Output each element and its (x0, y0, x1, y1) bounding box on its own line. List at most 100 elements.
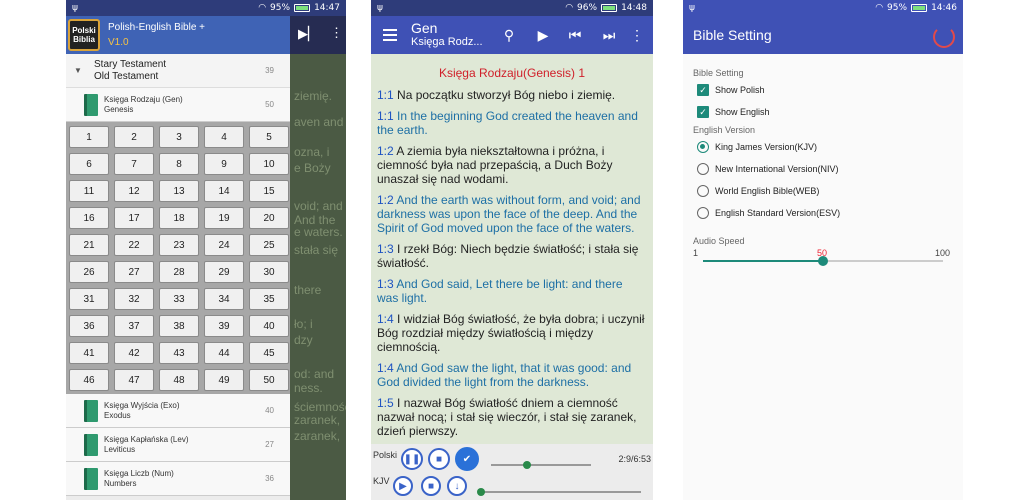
verse-text: In the beginning God created the heaven … (377, 109, 638, 137)
show-polish-checkbox[interactable]: ✓ Show Polish (697, 84, 765, 96)
book-item-exodus[interactable]: Księga Wyjścia (Exo) Exodus 40 (66, 394, 290, 428)
polski-progress-track[interactable] (491, 464, 591, 466)
book-item-leviticus[interactable]: Księga Kapłańska (Lev) Leviticus 27 (66, 428, 290, 462)
chapter-button[interactable]: 5 (249, 126, 289, 148)
check-icon[interactable]: ✔ (455, 447, 479, 471)
dimmed-text-fragment: ło; i (294, 317, 313, 331)
chapter-button[interactable]: 18 (159, 207, 199, 229)
chapter-button[interactable]: 36 (69, 315, 109, 337)
version-radio-niv[interactable]: New International Version(NIV) (697, 163, 839, 175)
chapter-button[interactable]: 14 (204, 180, 244, 202)
chapter-button[interactable]: 2 (114, 126, 154, 148)
chapter-button[interactable]: 29 (204, 261, 244, 283)
testament-group-old[interactable]: ▼ Stary Testament Old Testament 39 (66, 54, 290, 88)
chapter-button[interactable]: 12 (114, 180, 154, 202)
pause-icon[interactable]: ❚❚ (401, 448, 423, 470)
download-icon[interactable]: ↓ (447, 476, 467, 496)
stop-icon[interactable]: ■ (428, 448, 450, 470)
chapter-button[interactable]: 39 (204, 315, 244, 337)
chapter-button[interactable]: 50 (249, 369, 289, 391)
chapter-button[interactable]: 40 (249, 315, 289, 337)
verse-number: 1:1 (377, 109, 394, 123)
chapter-button[interactable]: 3 (159, 126, 199, 148)
chapter-button[interactable]: 13 (159, 180, 199, 202)
book-item-numbers[interactable]: Księga Liczb (Num) Numbers 36 (66, 462, 290, 496)
chapter-button[interactable]: 8 (159, 153, 199, 175)
verse-en: 1:2 And the earth was without form, and … (377, 193, 647, 235)
chapter-button[interactable]: 19 (204, 207, 244, 229)
more-icon[interactable]: ⋮ (627, 16, 647, 54)
chapter-button[interactable]: 6 (69, 153, 109, 175)
book-subtitle: Księga Rodz... (411, 36, 483, 48)
radio-label: King James Version(KJV) (715, 142, 818, 152)
battery-percent: 96% (577, 3, 598, 13)
chapter-button[interactable]: 45 (249, 342, 289, 364)
chapter-button[interactable]: 28 (159, 261, 199, 283)
verse-text: And God saw the light, that it was good:… (377, 361, 632, 389)
chapter-button[interactable]: 15 (249, 180, 289, 202)
speed-slider-track[interactable] (823, 260, 943, 262)
chapter-button[interactable]: 37 (114, 315, 154, 337)
chapter-button[interactable]: 31 (69, 288, 109, 310)
bible-settings-screen: ψ ◠ 95% 14:46 Bible Setting Bible Setting … (683, 0, 963, 500)
verse-pl: 1:4 I widział Bóg światłość, że była dob… (377, 312, 647, 354)
chapter-button[interactable]: 11 (69, 180, 109, 202)
book-name-en: Numbers (104, 478, 137, 488)
chapter-content: Księga Rodzaju(Genesis) 1 1:1 Na początk… (371, 60, 653, 445)
verse-pl: 1:1 Na początku stworzył Bóg niebo i zie… (377, 88, 647, 102)
search-icon[interactable]: ⚲ (499, 16, 519, 54)
play-icon[interactable]: ▶ (533, 16, 553, 54)
chapter-button[interactable]: 38 (159, 315, 199, 337)
chapter-button[interactable]: 44 (204, 342, 244, 364)
chapter-button[interactable]: 34 (204, 288, 244, 310)
chapter-button[interactable]: 35 (249, 288, 289, 310)
version-radio-kjv[interactable]: King James Version(KJV) (697, 141, 817, 153)
chapter-button[interactable]: 16 (69, 207, 109, 229)
dimmed-text-fragment: ozna, i (294, 145, 330, 159)
chapter-button[interactable]: 32 (114, 288, 154, 310)
menu-icon[interactable] (383, 26, 397, 44)
chapter-button[interactable]: 30 (249, 261, 289, 283)
chapter-button[interactable]: 49 (204, 369, 244, 391)
chapter-button[interactable]: 27 (114, 261, 154, 283)
version-radio-web[interactable]: World English Bible(WEB) (697, 185, 819, 197)
chapter-button[interactable]: 43 (159, 342, 199, 364)
book-name-en: Genesis (104, 104, 134, 114)
dimmed-text-fragment: stała się (294, 243, 339, 257)
chapter-button[interactable]: 33 (159, 288, 199, 310)
version-radio-esv[interactable]: English Standard Version(ESV) (697, 207, 840, 219)
chapter-button[interactable]: 41 (69, 342, 109, 364)
chapter-button[interactable]: 22 (114, 234, 154, 256)
next-icon[interactable]: ⏭ (599, 16, 619, 54)
kjv-progress-knob[interactable] (477, 488, 485, 496)
chapter-button[interactable]: 21 (69, 234, 109, 256)
book-icon (84, 433, 98, 456)
chapter-button[interactable]: 42 (114, 342, 154, 364)
speed-slider-fill (703, 260, 823, 262)
chapter-button[interactable]: 20 (249, 207, 289, 229)
polski-progress-knob[interactable] (523, 461, 531, 469)
chapter-button[interactable]: 47 (114, 369, 154, 391)
chapter-button[interactable]: 26 (69, 261, 109, 283)
stop-icon[interactable]: ■ (421, 476, 441, 496)
chapter-button[interactable]: 9 (204, 153, 244, 175)
chapter-button[interactable]: 7 (114, 153, 154, 175)
verse-text: And God said, Let there be light: and th… (377, 277, 623, 305)
show-english-checkbox[interactable]: ✓ Show English (697, 106, 770, 118)
play-icon[interactable]: ▶ (393, 476, 413, 496)
chapter-button[interactable]: 17 (114, 207, 154, 229)
chapter-button[interactable]: 10 (249, 153, 289, 175)
chapter-button[interactable]: 46 (69, 369, 109, 391)
chapter-button[interactable]: 48 (159, 369, 199, 391)
chapter-button[interactable]: 4 (204, 126, 244, 148)
dimmed-text-fragment: ziemię. (294, 89, 333, 103)
previous-icon[interactable]: ⏮ (565, 16, 585, 54)
chapter-button[interactable]: 25 (249, 234, 289, 256)
chapter-button[interactable]: 24 (204, 234, 244, 256)
speed-slider-knob[interactable] (818, 256, 828, 266)
book-item-genesis[interactable]: Księga Rodzaju (Gen) Genesis 50 (66, 88, 290, 122)
chapter-button[interactable]: 23 (159, 234, 199, 256)
kjv-progress-track[interactable] (481, 491, 641, 493)
book-name-pl: Księga Wyjścia (Exo) (104, 400, 180, 410)
chapter-button[interactable]: 1 (69, 126, 109, 148)
